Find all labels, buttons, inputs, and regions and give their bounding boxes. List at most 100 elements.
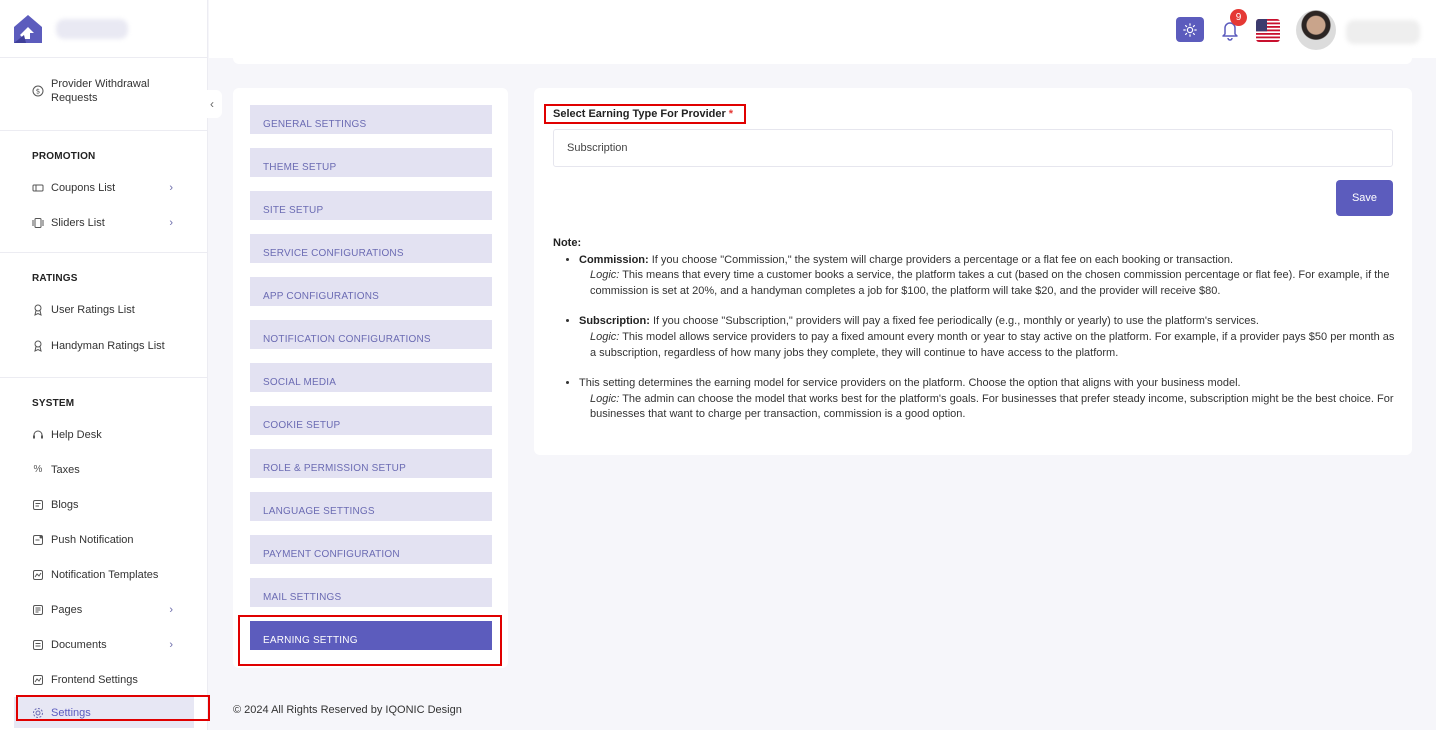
sidebar-item-user-ratings-list[interactable]: User Ratings List — [0, 292, 207, 327]
note-logic-label: Logic: — [590, 392, 620, 405]
sidebar-item-label: Push Notification — [51, 533, 134, 546]
note-item-commission: Commission: If you choose "Commission," … — [579, 253, 1398, 300]
avatar[interactable] — [1296, 10, 1336, 50]
note-heading: Commission: — [579, 253, 649, 266]
required-mark: * — [728, 108, 734, 120]
notes-block: Note: Commission: If you choose "Commiss… — [553, 236, 1398, 438]
sidebar-item-coupons-list[interactable]: Coupons List › — [0, 170, 207, 205]
sidebar-item-push-notification[interactable]: Push Notification — [0, 522, 207, 557]
sidebar-item-sliders-list[interactable]: Sliders List › — [0, 205, 207, 240]
sidebar: ‹ $ Provider Withdrawal Requests PROMOTI… — [0, 0, 222, 730]
settings-menu-item-role-and-permission-setup[interactable]: ROLE & PERMISSION SETUP — [250, 449, 492, 478]
settings-menu-item-payment-configuration[interactable]: PAYMENT CONFIGURATION — [250, 535, 492, 564]
header-strip — [233, 58, 1412, 64]
sidebar-item-label: Pages — [51, 603, 83, 616]
chevron-left-icon: ‹ — [210, 97, 214, 111]
settings-menu-item-mail-settings[interactable]: MAIL SETTINGS — [250, 578, 492, 607]
dollar-circle-icon: $ — [32, 85, 44, 97]
slides-icon — [32, 217, 44, 229]
sidebar-item-label: Documents — [51, 638, 107, 651]
note-item-general: This setting determines the earning mode… — [579, 376, 1398, 423]
sidebar-item-handyman-ratings-list[interactable]: Handyman Ratings List — [0, 327, 207, 365]
settings-menu-item-social-media[interactable]: SOCIAL MEDIA — [250, 363, 492, 392]
gear-icon — [32, 707, 44, 719]
sidebar-item-label: User Ratings List — [51, 303, 135, 316]
sidebar-item-taxes[interactable]: % Taxes — [0, 452, 207, 487]
headset-icon — [32, 429, 44, 441]
sidebar-item-label: Blogs — [51, 498, 79, 511]
earning-type-label: Select Earning Type For Provider * — [553, 108, 733, 120]
app-logo-icon — [14, 14, 42, 43]
note-logic-text: This means that every time a customer bo… — [590, 269, 1390, 297]
chevron-right-icon: › — [169, 216, 173, 229]
note-logic: Logic: This model allows service provide… — [579, 330, 1398, 361]
settings-menu-item-app-configurations[interactable]: APP CONFIGURATIONS — [250, 277, 492, 306]
nav-section-top: $ Provider Withdrawal Requests — [0, 58, 207, 131]
award-icon — [32, 340, 44, 352]
earning-setting-panel: Select Earning Type For Provider * Subscr… — [534, 88, 1412, 455]
topbar: 9 — [209, 0, 1436, 58]
earning-type-label-text: Select Earning Type For Provider — [553, 108, 726, 120]
sidebar-item-label: Handyman Ratings List — [51, 340, 165, 352]
note-logic-text: The admin can choose the model that work… — [590, 392, 1394, 421]
sidebar-item-label: Taxes — [51, 463, 80, 476]
settings-menu-item-general-settings[interactable]: GENERAL SETTINGS — [250, 105, 492, 134]
sidebar-item-documents[interactable]: Documents › — [0, 627, 207, 662]
chevron-right-icon: › — [169, 181, 173, 194]
settings-menu: GENERAL SETTINGS THEME SETUP SITE SETUP SER… — [233, 88, 508, 668]
sidebar-item-notification-templates[interactable]: Notification Templates — [0, 557, 207, 592]
footer-copyright: © 2024 All Rights Reserved by IQONIC Des… — [233, 704, 462, 716]
notes-title: Note: — [553, 237, 582, 249]
push-icon — [32, 534, 44, 546]
sidebar-item-pages[interactable]: Pages › — [0, 592, 207, 627]
note-logic-text: This model allows service providers to p… — [590, 330, 1395, 359]
sidebar-item-provider-withdrawal-requests[interactable]: $ Provider Withdrawal Requests — [0, 72, 207, 110]
settings-menu-item-site-setup[interactable]: SITE SETUP — [250, 191, 492, 220]
award-icon — [32, 304, 44, 316]
sidebar-item-label: Sliders List — [51, 216, 105, 229]
settings-menu-item-notification-configurations[interactable]: NOTIFICATION CONFIGURATIONS — [250, 320, 492, 349]
note-text: This setting determines the earning mode… — [579, 377, 1241, 390]
nav-section-promotion: PROMOTION Coupons List › Sliders List › — [0, 131, 207, 253]
settings-menu-item-cookie-setup[interactable]: COOKIE SETUP — [250, 406, 492, 435]
ticket-icon — [32, 182, 44, 194]
template-icon — [32, 569, 44, 581]
frontend-icon — [32, 674, 44, 686]
percent-icon: % — [33, 464, 43, 475]
note-logic-label: Logic: — [590, 330, 620, 343]
note-text: If you choose "Subscription," providers … — [649, 315, 1259, 328]
settings-menu-item-service-configurations[interactable]: SERVICE CONFIGURATIONS — [250, 234, 492, 263]
pages-icon — [32, 604, 44, 616]
note-logic: Logic: The admin can choose the model th… — [579, 392, 1398, 423]
sidebar-item-help-desk[interactable]: Help Desk — [0, 417, 207, 452]
section-title-promotion: PROMOTION — [32, 151, 96, 162]
earning-type-select[interactable]: Subscription — [553, 129, 1393, 167]
sidebar-item-label: Provider Withdrawal Requests — [51, 78, 150, 104]
note-heading: Subscription: — [579, 315, 650, 328]
sidebar-item-label: Frontend Settings — [51, 673, 138, 686]
sidebar-item-label: Help Desk — [51, 428, 102, 441]
theme-toggle-button[interactable] — [1176, 17, 1204, 42]
section-title-system: SYSTEM — [32, 398, 75, 409]
blog-icon — [32, 499, 44, 511]
brand-name-redacted — [56, 18, 128, 39]
section-title-ratings: RATINGS — [32, 273, 78, 284]
note-logic: Logic: This means that every time a cust… — [579, 268, 1398, 299]
svg-text:$: $ — [36, 88, 40, 96]
sidebar-item-label: Settings — [51, 706, 91, 719]
document-icon — [32, 639, 44, 651]
notification-count-badge: 9 — [1230, 9, 1247, 26]
sidebar-item-blogs[interactable]: Blogs — [0, 487, 207, 522]
settings-menu-item-language-settings[interactable]: LANGUAGE SETTINGS — [250, 492, 492, 521]
sidebar-item-frontend-settings[interactable]: Frontend Settings — [0, 662, 207, 697]
sidebar-item-label: Notification Templates — [51, 568, 159, 581]
settings-menu-item-theme-setup[interactable]: THEME SETUP — [250, 148, 492, 177]
nav-section-system: SYSTEM Help Desk % Taxes Blogs Push Noti… — [0, 378, 207, 730]
us-flag-icon[interactable] — [1256, 19, 1280, 42]
brand[interactable] — [0, 0, 207, 58]
save-button[interactable]: Save — [1336, 180, 1393, 216]
notes-list: Commission: If you choose "Commission," … — [553, 253, 1398, 423]
note-text: If you choose "Commission," the system w… — [648, 253, 1234, 266]
settings-menu-item-earning-setting[interactable]: EARNING SETTING — [250, 621, 492, 650]
sidebar-item-settings[interactable]: Settings — [14, 697, 194, 728]
